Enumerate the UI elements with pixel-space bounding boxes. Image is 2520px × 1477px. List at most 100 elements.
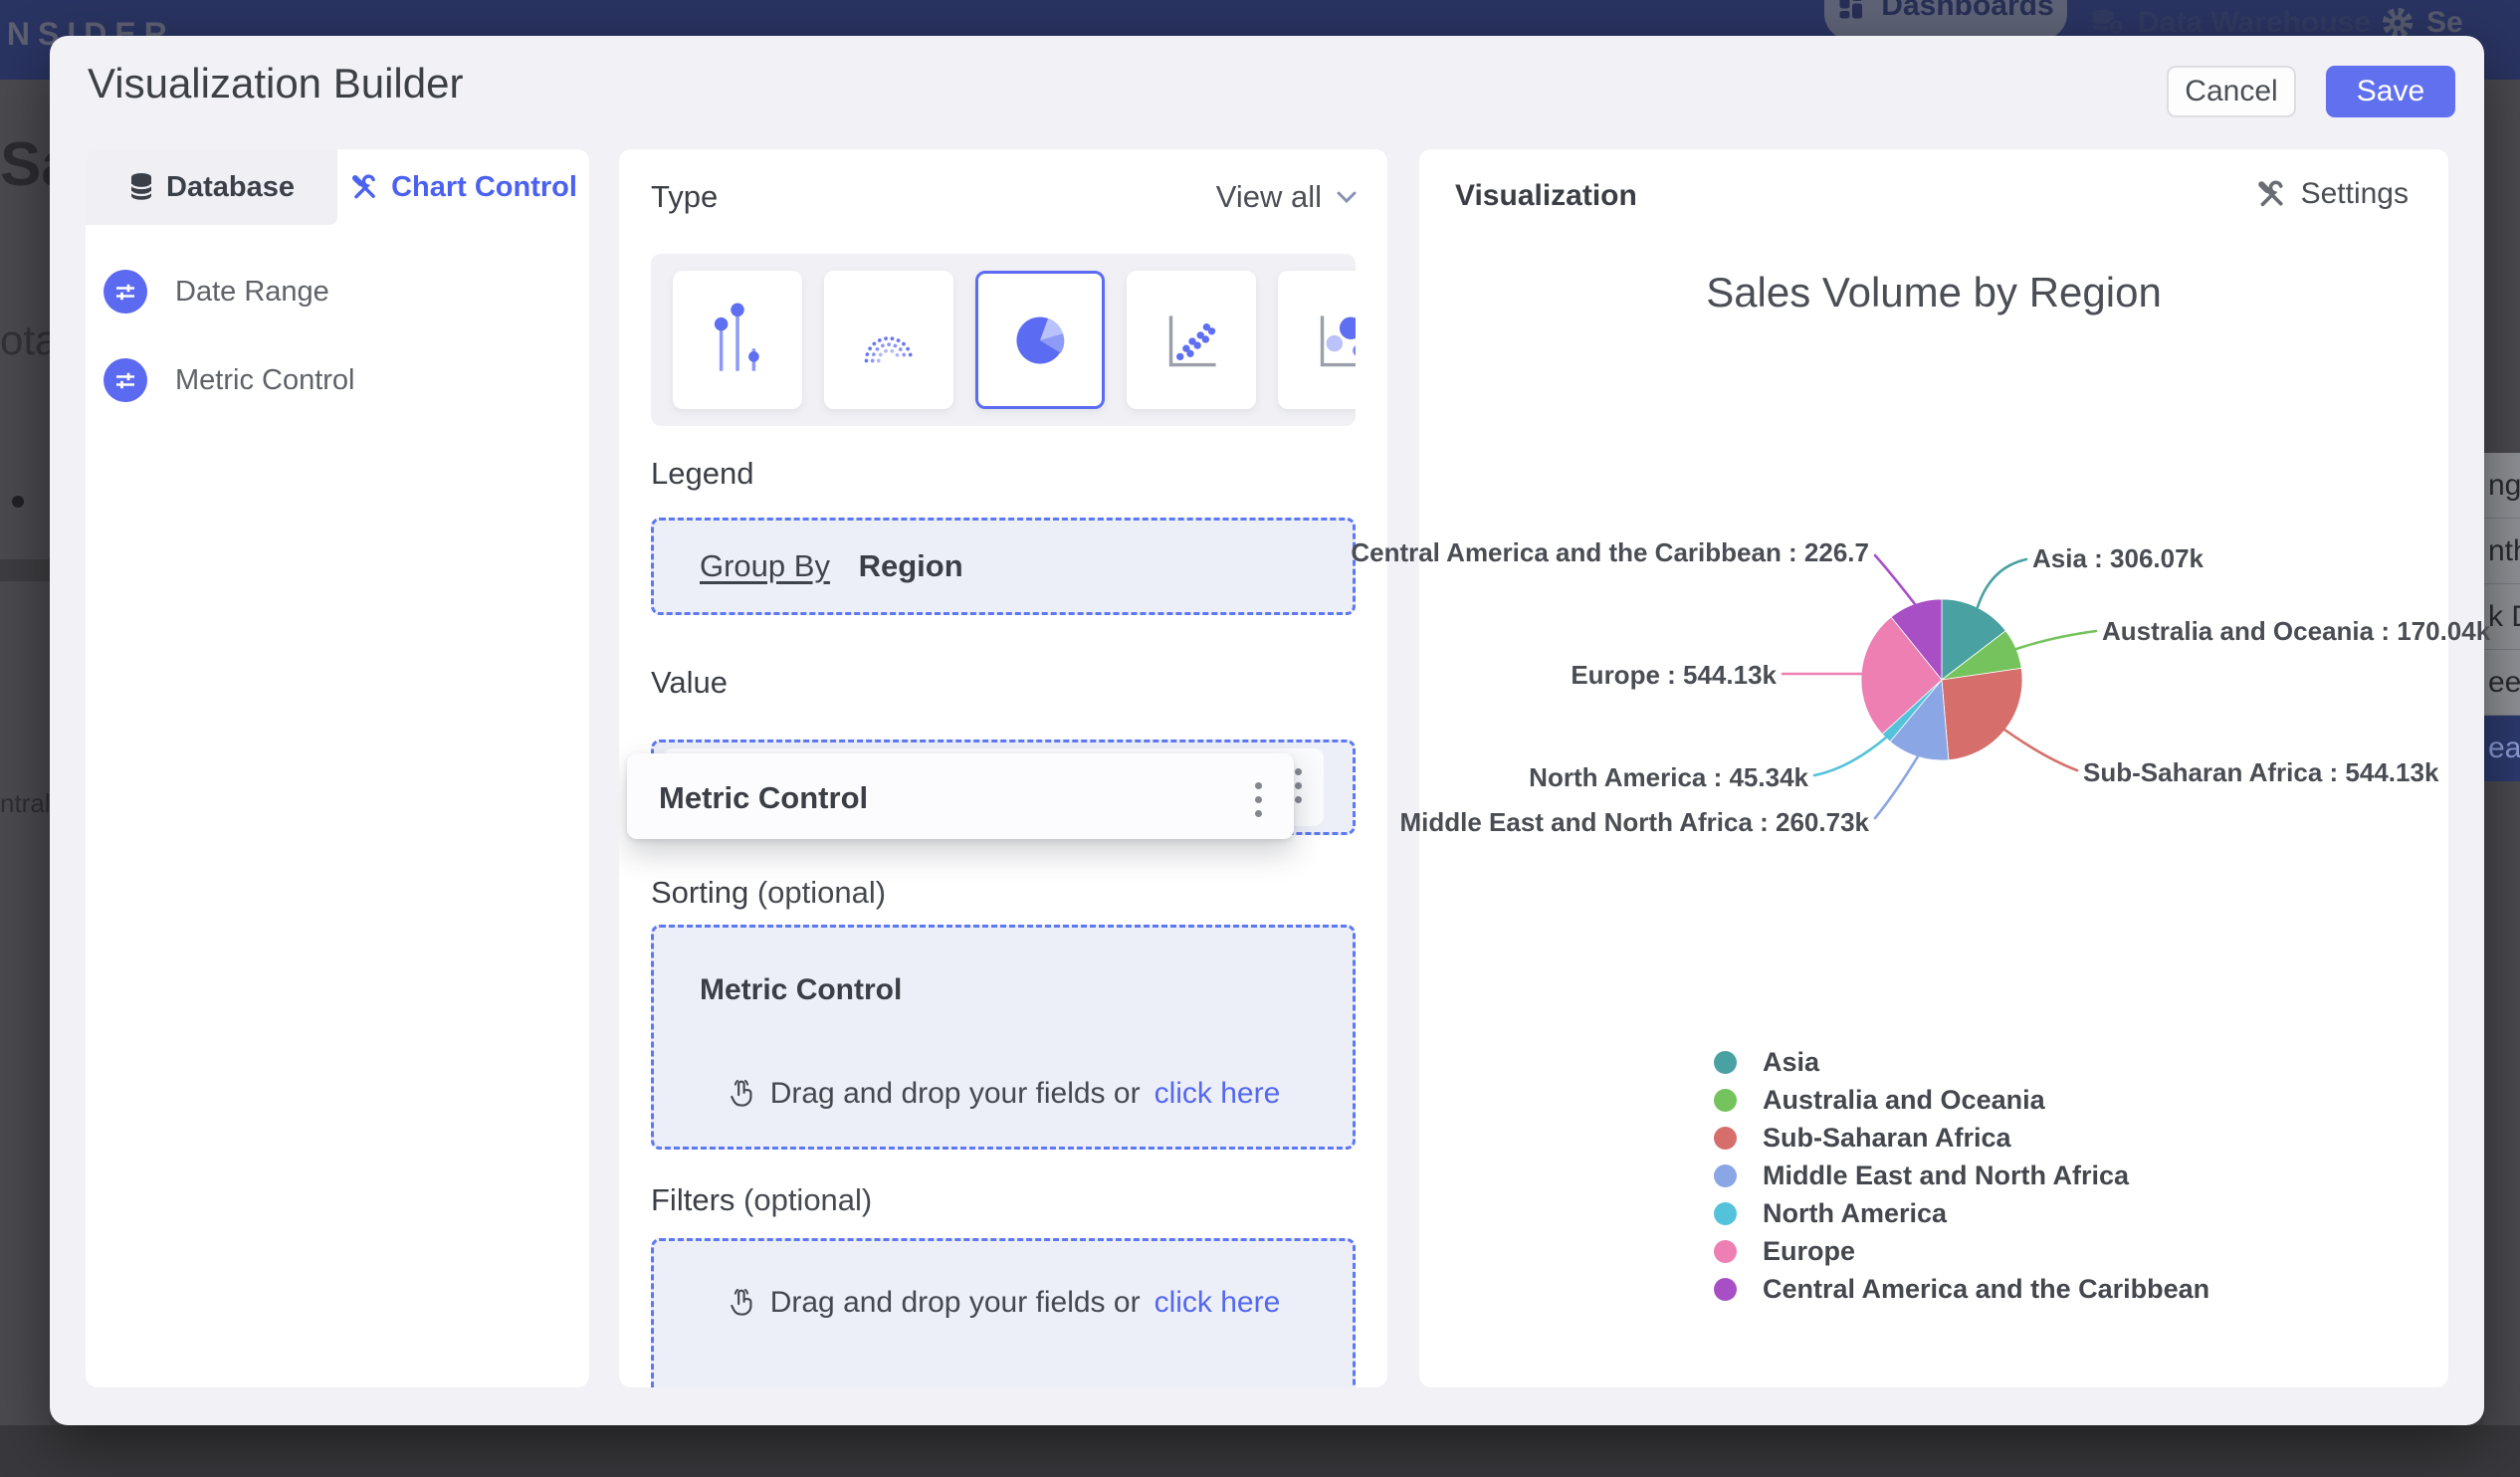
tab-label: Database — [166, 170, 295, 203]
drop-text: Drag and drop your fields or — [769, 1077, 1141, 1110]
chart-type-lollipop[interactable] — [673, 271, 802, 409]
type-section-label: Type — [651, 179, 719, 214]
pie-callout-line — [2002, 728, 2079, 772]
chart-builder-panel: Type View all Legend Group By Region Val… — [619, 149, 1387, 1387]
cancel-button[interactable]: Cancel — [2167, 66, 2296, 117]
sorting-dropzone[interactable]: Metric Control Drag and drop your fields… — [651, 925, 1356, 1150]
modal-title: Visualization Builder — [88, 60, 464, 106]
group-by-value: Region — [858, 548, 963, 583]
legend-item[interactable]: Europe — [1714, 1232, 2209, 1270]
pie-chart-icon — [1016, 316, 1065, 364]
sidebar-item-label: Metric Control — [175, 363, 355, 396]
legend-label: Europe — [1763, 1235, 1856, 1266]
pie-callout-line — [1873, 754, 1920, 820]
legend-swatch — [1714, 1277, 1737, 1301]
pie-callout-label: Asia : 306.07k — [2032, 543, 2205, 573]
panel-tabs: Database Chart Control — [86, 149, 589, 225]
tab-chart-control[interactable]: Chart Control — [337, 149, 589, 225]
sliders-icon — [104, 358, 147, 402]
nav-item-label: Se — [2426, 6, 2463, 39]
nav-item-dashboards[interactable]: Dashboards — [1824, 0, 2067, 40]
group-by-label[interactable]: Group By — [700, 548, 830, 583]
value-section-label: Value — [651, 665, 728, 700]
metric-control-chip-dragging[interactable]: Metric Control — [627, 753, 1294, 839]
legend-item[interactable]: Middle East and North Africa — [1714, 1157, 2209, 1194]
pie-callout-label: Middle East and North Africa : 260.73k — [1399, 807, 1869, 837]
group-by-field[interactable]: Group By Region — [654, 548, 963, 584]
nav-item-label: Dashboards — [1881, 0, 2054, 22]
filters-dropzone[interactable]: Drag and drop your fields or click here — [651, 1238, 1356, 1387]
nav-item-label: Data Warehouse — [2138, 6, 2371, 39]
sidebar-item-metric-control[interactable]: Metric Control — [104, 356, 561, 404]
chart-type-bubble[interactable] — [1278, 271, 1356, 409]
legend-item[interactable]: Sub-Saharan Africa — [1714, 1119, 2209, 1157]
menu-item[interactable]: nth — [2484, 519, 2520, 584]
view-all-label: View all — [1215, 179, 1322, 214]
visualization-builder-modal: Visualization Builder Cancel Save Databa… — [50, 36, 2490, 1425]
background-text-fragment: ota — [0, 316, 50, 363]
pie-slice[interactable] — [1941, 667, 2023, 761]
chart-type-strip — [651, 254, 1356, 426]
legend-item[interactable]: North America — [1714, 1194, 2209, 1232]
hand-click-icon — [730, 1288, 752, 1316]
legend-item[interactable]: Asia — [1714, 1043, 2209, 1081]
pie-callout-line — [2014, 629, 2098, 651]
data-warehouse-icon — [2091, 9, 2124, 36]
chart-type-pie[interactable] — [975, 271, 1105, 409]
dimmed-page-left-edge: Sal ota ntral — [0, 80, 50, 1425]
visualization-panel-label: Visualization — [1455, 179, 1637, 212]
optional-label: (optional) — [756, 875, 887, 910]
sorting-section-label: Sorting (optional) — [651, 875, 886, 911]
legend-swatch — [1714, 1126, 1737, 1150]
legend-label: Asia — [1763, 1046, 1820, 1077]
drag-handle-icon — [1295, 768, 1302, 803]
menu-item[interactable]: eek — [2484, 650, 2520, 716]
dimmed-page-bottom — [0, 1425, 2520, 1477]
dashboard-grid-icon — [1839, 0, 1863, 19]
optional-label: (optional) — [743, 1182, 873, 1217]
chevron-down-icon — [1337, 191, 1357, 204]
visualization-settings-button[interactable]: Settings — [2255, 177, 2409, 211]
chart-legend: Asia Australia and Oceania Sub-Saharan A… — [1714, 1043, 2209, 1308]
filters-section-label: Filters (optional) — [651, 1182, 872, 1218]
bubble-chart-icon — [1320, 315, 1356, 366]
legend-dropzone[interactable]: Group By Region — [651, 518, 1356, 615]
menu-item-selected[interactable]: ear — [2484, 716, 2520, 781]
fields-panel: Database Chart Control Date Range Metric… — [86, 149, 589, 1387]
divider — [0, 559, 50, 581]
chart-type-arc[interactable] — [824, 271, 953, 409]
sidebar-item-date-range[interactable]: Date Range — [104, 268, 561, 316]
save-button[interactable]: Save — [2326, 66, 2455, 117]
pie-callout-line — [1873, 553, 1917, 606]
bullet-dot — [12, 496, 24, 508]
tab-label: Chart Control — [391, 170, 577, 203]
legend-item[interactable]: Central America and the Caribbean — [1714, 1270, 2209, 1308]
tools-icon — [2257, 180, 2283, 207]
legend-label: Sub-Saharan Africa — [1763, 1122, 2011, 1153]
legend-label: Australia and Oceania — [1763, 1084, 2045, 1115]
sorting-chip-label: Metric Control — [700, 973, 903, 1006]
menu-item[interactable]: nge — [2484, 453, 2520, 519]
chart-title: Sales Volume by Region — [1706, 269, 2162, 316]
legend-item[interactable]: Australia and Oceania — [1714, 1081, 2209, 1119]
pie-callout-label: Sub-Saharan Africa : 544.13k — [2083, 757, 2439, 787]
arc-chart-icon — [864, 335, 914, 362]
visualization-panel: Visualization Settings Sales Volume by R… — [1351, 149, 2490, 1387]
pie-callout-label: Europe : 544.13k — [1571, 660, 1777, 690]
settings-label: Settings — [2300, 177, 2409, 210]
sliders-icon — [104, 270, 147, 314]
drop-hint: Drag and drop your fields or click here — [654, 1077, 1353, 1111]
lollipop-chart-icon — [714, 303, 759, 371]
drag-handle-icon[interactable] — [1255, 782, 1262, 817]
view-all-button[interactable]: View all — [1216, 179, 1358, 215]
legend-swatch — [1714, 1239, 1737, 1263]
chip-label: Metric Control — [659, 780, 869, 815]
pie-callout-label: Central America and the Caribbean : 226.… — [1351, 537, 1869, 567]
legend-section-label: Legend — [651, 456, 754, 491]
tab-database[interactable]: Database — [86, 149, 337, 225]
dimmed-dropdown-right-edge: nge nth k D eek ear — [2484, 80, 2520, 1425]
gear-icon — [2382, 7, 2414, 39]
click-here-link[interactable]: click here — [1155, 1286, 1281, 1320]
chart-type-scatter[interactable] — [1127, 271, 1256, 409]
click-here-link[interactable]: click here — [1155, 1077, 1281, 1111]
